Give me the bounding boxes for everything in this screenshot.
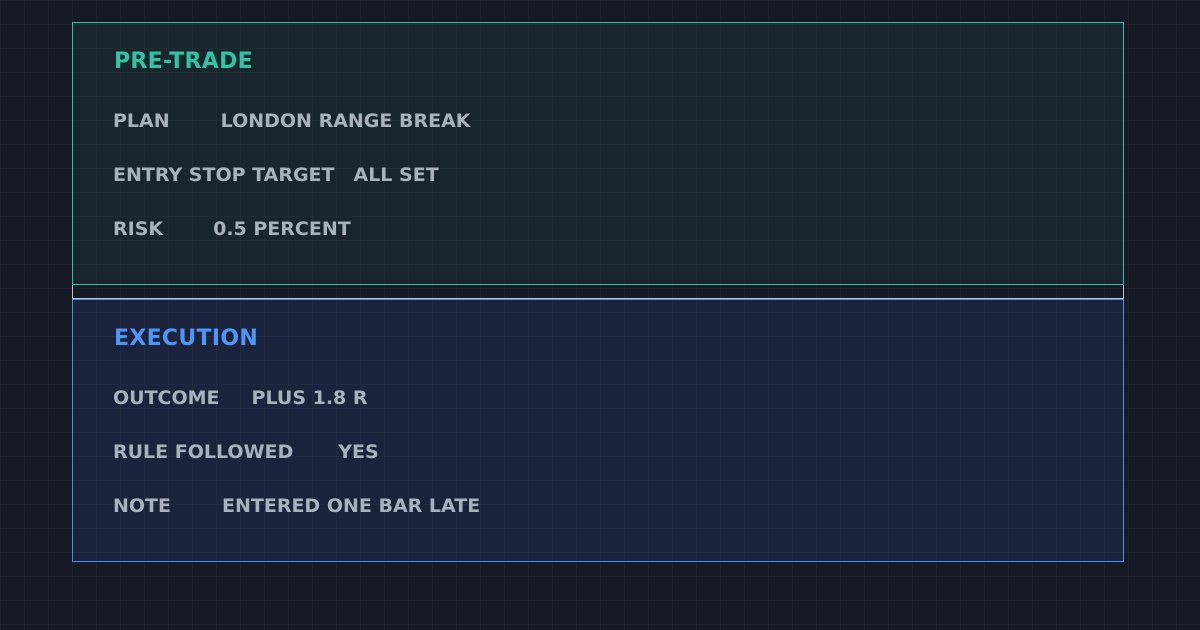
- section-divider: [72, 285, 1124, 299]
- execution-panel: EXECUTION OUTCOME PLUS 1.8 R RULE FOLLOWE…: [72, 299, 1124, 562]
- plan-value: LONDON RANGE BREAK: [220, 110, 471, 132]
- outcome-row: OUTCOME PLUS 1.8 R: [113, 387, 368, 409]
- entry-stop-target-value: ALL SET: [353, 164, 439, 186]
- rule-followed-value: YES: [338, 441, 379, 463]
- pre-trade-panel: PRE-TRADE PLAN LONDON RANGE BREAK ENTRY S…: [72, 22, 1124, 285]
- note-row: NOTE ENTERED ONE BAR LATE: [113, 495, 480, 517]
- note-label: NOTE: [113, 495, 171, 517]
- outcome-label: OUTCOME: [113, 387, 220, 409]
- rule-followed-label: RULE FOLLOWED: [113, 441, 294, 463]
- note-value: ENTERED ONE BAR LATE: [222, 495, 481, 517]
- plan-label: PLAN: [113, 110, 170, 132]
- risk-value: 0.5 PERCENT: [213, 218, 351, 240]
- entry-stop-target-label: ENTRY STOP TARGET: [113, 164, 335, 186]
- rule-followed-row: RULE FOLLOWED YES: [113, 441, 379, 463]
- plan-row: PLAN LONDON RANGE BREAK: [113, 110, 471, 132]
- risk-label: RISK: [113, 218, 164, 240]
- entry-stop-target-row: ENTRY STOP TARGET ALL SET: [113, 164, 439, 186]
- execution-title: EXECUTION: [114, 326, 259, 351]
- pre-trade-title: PRE-TRADE: [114, 49, 253, 74]
- risk-row: RISK 0.5 PERCENT: [113, 218, 351, 240]
- outcome-value: PLUS 1.8 R: [251, 387, 368, 409]
